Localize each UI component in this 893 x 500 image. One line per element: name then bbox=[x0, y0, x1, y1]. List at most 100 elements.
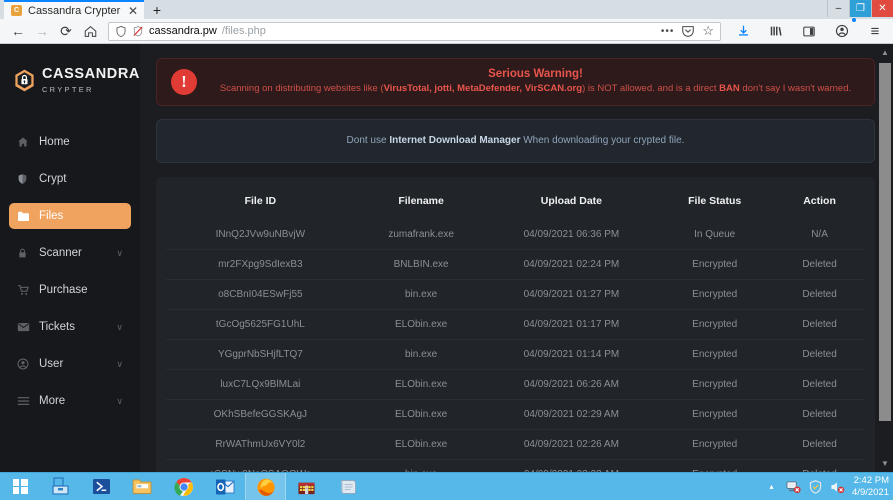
winrar-icon[interactable] bbox=[286, 473, 327, 500]
cell-filename: ELObin.exe bbox=[355, 369, 488, 399]
library-icon[interactable] bbox=[764, 19, 788, 43]
shield-icon bbox=[17, 173, 39, 185]
address-bar[interactable]: cassandra.pw/files.php ••• ☆ bbox=[108, 22, 721, 41]
table-row[interactable]: luxC7LQx9BlMLaiELObin.exe04/09/2021 06:2… bbox=[166, 369, 865, 399]
browser-tab[interactable]: C Cassandra Crypter ✕ bbox=[4, 0, 144, 19]
start-button[interactable] bbox=[0, 473, 40, 500]
cell-action[interactable]: Deleted bbox=[774, 249, 865, 279]
cell-upload-date: 04/09/2021 02:24 PM bbox=[488, 249, 656, 279]
system-tray: ▴ bbox=[764, 479, 852, 494]
cell-action[interactable]: Deleted bbox=[774, 399, 865, 429]
network-error-icon[interactable] bbox=[786, 479, 801, 494]
folder-icon bbox=[17, 211, 39, 222]
sidebar-item-home[interactable]: Home bbox=[9, 129, 131, 155]
cell-file-id: OKhSBefeGGSKAgJ bbox=[166, 399, 355, 429]
new-tab-button[interactable]: + bbox=[144, 0, 170, 19]
page-actions-icon[interactable]: ••• bbox=[661, 26, 675, 37]
taskbar-clock[interactable]: 2:42 PM 4/9/2021 bbox=[852, 475, 893, 498]
brand-logo[interactable]: CASSANDRA CRYPTER bbox=[0, 58, 140, 95]
window-controls: – ❐ ✕ bbox=[827, 0, 893, 17]
cell-filename: ELObin.exe bbox=[355, 429, 488, 459]
cell-upload-date: 04/09/2021 01:17 PM bbox=[488, 309, 656, 339]
powershell-icon[interactable] bbox=[81, 473, 122, 500]
sidebar-label: Purchase bbox=[39, 284, 123, 296]
cell-action[interactable]: Deleted bbox=[774, 369, 865, 399]
back-icon[interactable]: ← bbox=[6, 19, 30, 43]
sidebar-item-crypt[interactable]: Crypt bbox=[9, 166, 131, 192]
tracking-protection-off-icon bbox=[132, 25, 144, 38]
app-menu-icon[interactable]: ≡ bbox=[863, 19, 887, 43]
toolbox-icon[interactable] bbox=[40, 473, 81, 500]
cell-upload-date: 04/09/2021 02:29 AM bbox=[488, 399, 656, 429]
account-icon[interactable] bbox=[830, 19, 854, 43]
header-filename: Filename bbox=[355, 189, 488, 220]
reload-icon[interactable]: ⟳ bbox=[54, 19, 78, 43]
app-sidebar: CASSANDRA CRYPTER Home Crypt Files bbox=[0, 44, 140, 472]
cell-action[interactable]: Deleted bbox=[774, 279, 865, 309]
scroll-down-icon[interactable]: ▼ bbox=[877, 455, 893, 472]
file-explorer-icon[interactable] bbox=[122, 473, 163, 500]
scroll-up-icon[interactable]: ▲ bbox=[877, 44, 893, 61]
chevron-down-icon: ∨ bbox=[116, 322, 123, 333]
sidebar-label: Home bbox=[39, 136, 123, 148]
cell-filename: zumafrank.exe bbox=[355, 220, 488, 250]
cell-action[interactable]: N/A bbox=[774, 220, 865, 250]
sidebar-label: Files bbox=[39, 210, 123, 222]
sidebar-item-user[interactable]: User ∨ bbox=[9, 351, 131, 377]
close-tab-icon[interactable]: ✕ bbox=[128, 5, 138, 17]
cell-file-status: Encrypted bbox=[655, 459, 774, 472]
chevron-down-icon: ∨ bbox=[116, 248, 123, 259]
warning-text-part1: Scanning on distributing websites like ( bbox=[220, 83, 384, 94]
table-row[interactable]: OKhSBefeGGSKAgJELObin.exe04/09/2021 02:2… bbox=[166, 399, 865, 429]
taskbar-apps bbox=[40, 473, 368, 500]
tray-chevron-icon[interactable]: ▴ bbox=[764, 479, 779, 494]
scrollbar-track[interactable] bbox=[877, 61, 893, 455]
bookmark-icon[interactable]: ☆ bbox=[702, 23, 714, 39]
minimize-button[interactable]: – bbox=[827, 0, 849, 17]
downloads-icon[interactable] bbox=[731, 19, 755, 43]
notice-idm: Internet Download Manager bbox=[389, 135, 520, 146]
home-icon[interactable] bbox=[78, 19, 102, 43]
sidebar-icon[interactable] bbox=[797, 19, 821, 43]
notepad-icon[interactable] bbox=[327, 473, 368, 500]
warning-text-part2: ) is NOT allowed. and is a direct bbox=[582, 83, 719, 94]
scrollbar-thumb[interactable] bbox=[879, 63, 891, 421]
volume-mute-icon[interactable] bbox=[830, 479, 845, 494]
cell-file-status: Encrypted bbox=[655, 429, 774, 459]
cell-action[interactable]: Deleted bbox=[774, 459, 865, 472]
close-window-button[interactable]: ✕ bbox=[871, 0, 893, 17]
cell-action[interactable]: Deleted bbox=[774, 429, 865, 459]
table-header-row: File ID Filename Upload Date File Status… bbox=[166, 189, 865, 220]
firefox-icon[interactable] bbox=[245, 473, 286, 500]
cell-action[interactable]: Deleted bbox=[774, 309, 865, 339]
table-row[interactable]: RrWAThmUx6VY0l2ELObin.exe04/09/2021 02:2… bbox=[166, 429, 865, 459]
page-scrollbar[interactable]: ▲ ▼ bbox=[877, 44, 893, 472]
table-row[interactable]: mr2FXpg9SdIexB3BNLBIN.exe04/09/2021 02:2… bbox=[166, 249, 865, 279]
cell-action[interactable]: Deleted bbox=[774, 339, 865, 369]
files-card: File ID Filename Upload Date File Status… bbox=[156, 177, 875, 472]
outlook-icon[interactable] bbox=[204, 473, 245, 500]
cell-upload-date: 04/09/2021 06:26 AM bbox=[488, 369, 656, 399]
table-row[interactable]: tGcOg5625FG1UhLELObin.exe04/09/2021 01:1… bbox=[166, 309, 865, 339]
notice-text: Dont use Internet Download Manager When … bbox=[171, 135, 860, 146]
table-row[interactable]: INnQ2JVw9uNBvjWzumafrank.exe04/09/2021 0… bbox=[166, 220, 865, 250]
maximize-button[interactable]: ❐ bbox=[849, 0, 871, 17]
pocket-icon bbox=[681, 24, 695, 38]
sidebar-item-more[interactable]: More ∨ bbox=[9, 388, 131, 414]
sidebar-item-purchase[interactable]: Purchase bbox=[9, 277, 131, 303]
forward-icon[interactable]: → bbox=[30, 19, 54, 43]
defender-icon[interactable] bbox=[808, 479, 823, 494]
cell-file-id: o8CBnI04ESwFj55 bbox=[166, 279, 355, 309]
sidebar-item-scanner[interactable]: Scanner ∨ bbox=[9, 240, 131, 266]
cell-file-status: Encrypted bbox=[655, 369, 774, 399]
chrome-icon[interactable] bbox=[163, 473, 204, 500]
sidebar-item-tickets[interactable]: Tickets ∨ bbox=[9, 314, 131, 340]
sidebar-item-files[interactable]: Files bbox=[9, 203, 131, 229]
cell-filename: bin.exe bbox=[355, 279, 488, 309]
browser-window: C Cassandra Crypter ✕ + – ❐ ✕ ← → ⟳ cass… bbox=[0, 0, 893, 472]
sidebar-nav: Home Crypt Files Scanner ∨ bbox=[0, 129, 140, 414]
table-row[interactable]: YGgprNbSHjfLTQ7bin.exe04/09/2021 01:14 P… bbox=[166, 339, 865, 369]
table-row[interactable]: sSSNw0NeCSAQOWabin.exe04/09/2021 02:22 A… bbox=[166, 459, 865, 472]
tab-favicon: C bbox=[11, 5, 22, 16]
table-row[interactable]: o8CBnI04ESwFj55bin.exe04/09/2021 01:27 P… bbox=[166, 279, 865, 309]
